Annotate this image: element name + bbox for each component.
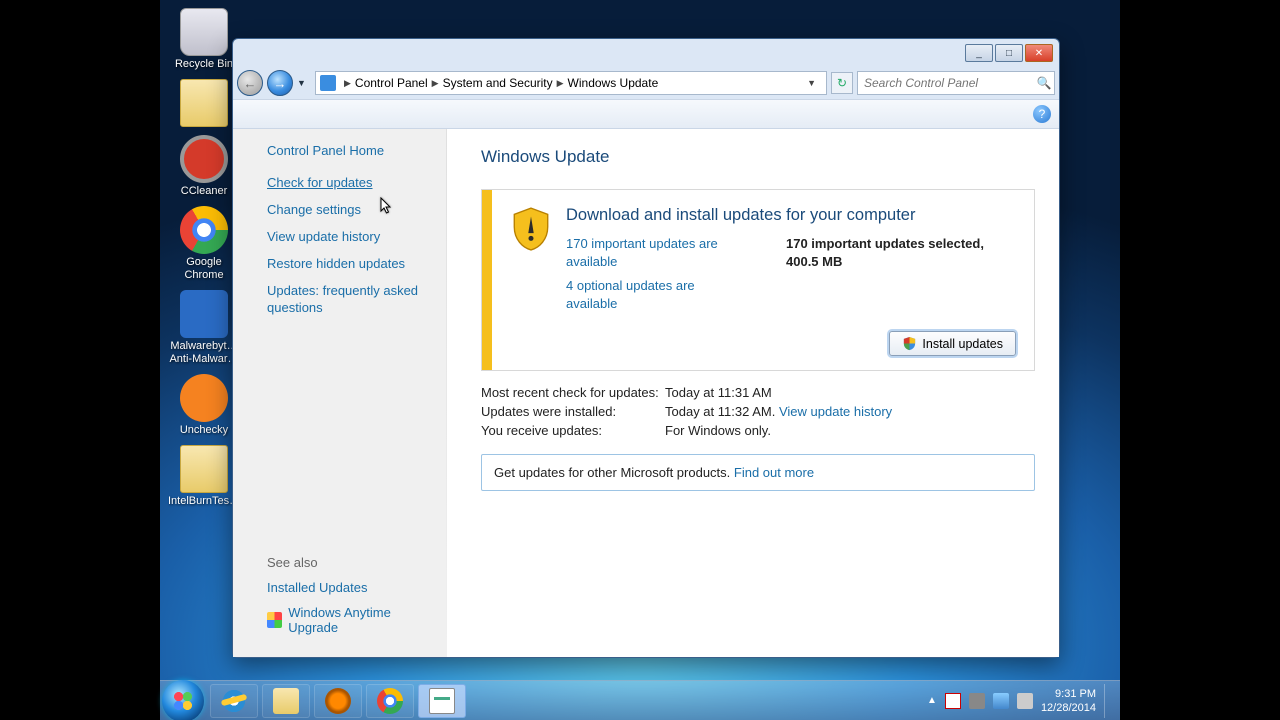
- sidebar-link-check-updates[interactable]: Check for updates: [267, 174, 437, 191]
- crumb-system-security[interactable]: System and Security: [443, 76, 553, 90]
- control-panel-home-link[interactable]: Control Panel Home: [267, 143, 447, 158]
- tray-chevron-up-icon[interactable]: ▲: [927, 695, 937, 706]
- desktop-icon-folder[interactable]: [168, 79, 240, 127]
- desktop-icon-intelburntest[interactable]: IntelBurnTes…: [168, 445, 240, 508]
- nav-history-dropdown[interactable]: ▼: [297, 78, 311, 88]
- refresh-button[interactable]: ↻: [831, 72, 853, 94]
- meta-label: You receive updates:: [481, 423, 665, 438]
- desktop-icon-malwarebytes[interactable]: Malwarebyt… Anti-Malwar…: [168, 290, 240, 366]
- malwarebytes-icon: [180, 290, 228, 338]
- chevron-right-icon[interactable]: ▶: [432, 78, 439, 89]
- unchecky-icon: [180, 374, 228, 422]
- windows-icon: [267, 612, 282, 628]
- power-icon[interactable]: [969, 693, 985, 709]
- sidebar-link-faq[interactable]: Updates: frequently asked questions: [267, 282, 437, 316]
- desktop-icon-recycle-bin[interactable]: Recycle Bin: [168, 8, 240, 71]
- content-area: Windows Update Download and install upda…: [447, 129, 1059, 657]
- control-panel-icon: [320, 75, 336, 91]
- maximize-button[interactable]: □: [995, 44, 1023, 62]
- chrome-icon: [180, 206, 228, 254]
- recycle-bin-icon: [180, 8, 228, 56]
- status-stripe: [482, 190, 492, 370]
- chevron-right-icon[interactable]: ▶: [557, 78, 564, 89]
- page-title: Windows Update: [481, 147, 1035, 167]
- search-input[interactable]: [858, 76, 1034, 90]
- desktop-icon-chrome[interactable]: Google Chrome: [168, 206, 240, 282]
- sidebar-link-restore-hidden[interactable]: Restore hidden updates: [267, 255, 437, 272]
- control-panel-icon: [429, 688, 455, 714]
- search-box[interactable]: 🔍: [857, 71, 1055, 95]
- taskbar-pin-wmp[interactable]: [314, 684, 362, 718]
- see-also-anytime-upgrade[interactable]: Windows Anytime Upgrade: [267, 605, 437, 635]
- show-desktop-button[interactable]: [1104, 684, 1114, 718]
- desktop-icons: Recycle Bin CCleaner Google Chrome Malwa…: [168, 8, 240, 516]
- taskbar-pin-chrome[interactable]: [366, 684, 414, 718]
- meta-value: Today at 11:31 AM: [665, 385, 772, 400]
- search-icon[interactable]: 🔍: [1034, 76, 1054, 90]
- optional-updates-link[interactable]: 4 optional updates are available: [566, 277, 746, 313]
- system-tray[interactable]: ▲ 9:31 PM 12/28/2014: [927, 684, 1120, 718]
- control-panel-window: _ □ ✕ ← → ▼ ▶ Control Panel ▶ System and…: [232, 38, 1060, 658]
- taskbar: ▲ 9:31 PM 12/28/2014: [160, 680, 1120, 720]
- desktop-icon-ccleaner[interactable]: CCleaner: [168, 135, 240, 198]
- crumb-control-panel[interactable]: Control Panel: [355, 76, 428, 90]
- breadcrumb[interactable]: ▶ Control Panel ▶ System and Security ▶ …: [315, 71, 827, 95]
- chevron-down-icon[interactable]: ▼: [801, 78, 822, 88]
- sidebar: Control Panel Home Check for updates Cha…: [233, 129, 447, 657]
- nav-forward-button[interactable]: →: [267, 70, 293, 96]
- ccleaner-icon: [180, 135, 228, 183]
- meta-value: Today at 11:32 AM. View update history: [665, 404, 892, 419]
- other-products-box: Get updates for other Microsoft products…: [481, 454, 1035, 491]
- update-panel: Download and install updates for your co…: [481, 189, 1035, 371]
- chrome-icon: [377, 688, 403, 714]
- help-icon[interactable]: ?: [1033, 105, 1051, 123]
- find-out-more-link[interactable]: Find out more: [734, 465, 814, 480]
- meta-label: Updates were installed:: [481, 404, 665, 419]
- shield-warning-icon: [510, 206, 552, 252]
- titlebar[interactable]: _ □ ✕: [233, 39, 1059, 67]
- network-icon[interactable]: [993, 693, 1009, 709]
- ie-icon: [221, 688, 247, 714]
- action-center-icon[interactable]: [945, 693, 961, 709]
- taskbar-pin-explorer[interactable]: [262, 684, 310, 718]
- start-button[interactable]: [162, 680, 204, 720]
- crumb-windows-update[interactable]: Windows Update: [568, 76, 659, 90]
- volume-icon[interactable]: [1017, 693, 1033, 709]
- sidebar-link-change-settings[interactable]: Change settings: [267, 201, 437, 218]
- nav-back-button[interactable]: ←: [237, 70, 263, 96]
- wmp-icon: [325, 688, 351, 714]
- clock[interactable]: 9:31 PM 12/28/2014: [1041, 687, 1096, 715]
- desktop-icon-unchecky[interactable]: Unchecky: [168, 374, 240, 437]
- update-meta: Most recent check for updates: Today at …: [481, 385, 1035, 438]
- chevron-right-icon[interactable]: ▶: [344, 78, 351, 89]
- folder-icon: [180, 79, 228, 127]
- explorer-icon: [273, 688, 299, 714]
- see-also-installed-updates[interactable]: Installed Updates: [267, 580, 437, 595]
- important-updates-link[interactable]: 170 important updates are available: [566, 235, 746, 271]
- sidebar-link-view-history[interactable]: View update history: [267, 228, 437, 245]
- folder-icon: [180, 445, 228, 493]
- see-also-heading: See also: [267, 555, 437, 570]
- meta-value: For Windows only.: [665, 423, 771, 438]
- panel-heading: Download and install updates for your co…: [566, 206, 1016, 225]
- selected-summary: 170 important updates selected, 400.5 MB: [786, 235, 984, 319]
- desktop: Recycle Bin CCleaner Google Chrome Malwa…: [160, 0, 1120, 720]
- view-update-history-link[interactable]: View update history: [779, 404, 892, 419]
- taskbar-pin-control-panel[interactable]: [418, 684, 466, 718]
- meta-label: Most recent check for updates:: [481, 385, 665, 400]
- taskbar-pin-ie[interactable]: [210, 684, 258, 718]
- minimize-button[interactable]: _: [965, 44, 993, 62]
- uac-shield-icon: [902, 336, 917, 351]
- close-button[interactable]: ✕: [1025, 44, 1053, 62]
- toolstrip: ?: [233, 99, 1059, 129]
- address-bar: ← → ▼ ▶ Control Panel ▶ System and Secur…: [233, 67, 1059, 99]
- install-updates-button[interactable]: Install updates: [889, 331, 1016, 356]
